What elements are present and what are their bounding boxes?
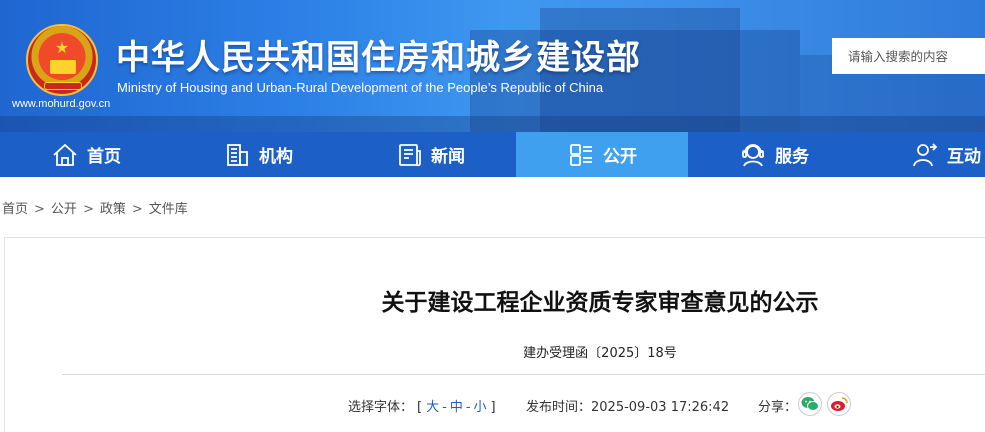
breadcrumb-disclosure[interactable]: 公开 (51, 202, 77, 217)
nav-item-home[interactable]: 首页 (0, 132, 172, 177)
font-size-dash: - (465, 400, 471, 415)
building-icon (227, 143, 248, 166)
nav-item-label: 新闻 (431, 147, 465, 167)
font-size-selector: 选择字体：[大 - 中 - 小] (348, 396, 500, 415)
breadcrumb: 首页 > 公开 > 政策 > 文件库 (2, 198, 188, 217)
nav-item-news[interactable]: 新闻 (344, 132, 516, 177)
nav-item-organization[interactable]: 机构 (172, 132, 344, 177)
breadcrumb-home[interactable]: 首页 (2, 202, 28, 217)
interaction-icon (913, 142, 938, 166)
news-icon (399, 143, 421, 166)
bracket-close: ] (490, 400, 496, 415)
wechat-share-icon[interactable] (798, 392, 822, 416)
publish-time: 2025-09-03 17:26:42 (591, 400, 730, 415)
breadcrumb-separator: > (82, 202, 94, 217)
font-size-label: 选择字体： (348, 400, 414, 415)
breadcrumb-separator: > (131, 202, 143, 217)
home-icon (53, 143, 77, 166)
wechat-icon (801, 397, 819, 411)
nav-item-label: 公开 (603, 147, 637, 167)
main-nav: 首页 机构 新闻 公开 服务 互动 (0, 132, 985, 177)
share-label: 分享： (758, 400, 798, 415)
nav-item-disclosure[interactable]: 公开 (516, 132, 688, 177)
article-title: 关于建设工程企业资质专家审查意见的公示 (381, 290, 819, 316)
site-header: ★ www.mohurd.gov.cn 中华人民共和国住房和城乡建设部 Mini… (0, 0, 985, 132)
font-size-small[interactable]: 小 (474, 400, 487, 415)
disclosure-icon (570, 143, 592, 166)
breadcrumb-file-library[interactable]: 文件库 (149, 202, 188, 217)
publish-info: 发布时间：2025-09-03 17:26:42 (526, 396, 729, 415)
nav-item-label: 服务 (775, 147, 809, 167)
font-size-dash: - (442, 400, 447, 415)
site-title[interactable]: 中华人民共和国住房和城乡建设部 (116, 30, 641, 79)
national-emblem-icon: ★ (26, 24, 98, 96)
bracket-open: [ (417, 400, 423, 415)
weibo-share-icon[interactable] (827, 392, 851, 416)
nav-item-interaction[interactable]: 互动 (860, 132, 985, 177)
site-url: www.mohurd.gov.cn (12, 98, 111, 110)
nav-item-label: 首页 (87, 147, 121, 167)
nav-item-service[interactable]: 服务 (688, 132, 860, 177)
service-icon (742, 143, 764, 166)
nav-item-label: 机构 (259, 147, 293, 167)
nav-item-label: 互动 (947, 147, 981, 167)
document-number: 建办受理函〔2025〕18号 (523, 346, 677, 361)
search-input[interactable] (832, 38, 985, 74)
divider (62, 374, 985, 375)
breadcrumb-policy[interactable]: 政策 (100, 202, 126, 217)
font-size-large[interactable]: 大 (426, 400, 439, 415)
site-subtitle-en: Ministry of Housing and Urban-Rural Deve… (117, 80, 604, 95)
font-size-medium[interactable]: 中 (450, 400, 463, 415)
header-ground (0, 116, 985, 132)
weibo-icon (831, 397, 848, 411)
publish-label: 发布时间： (526, 400, 592, 415)
breadcrumb-separator: > (34, 202, 45, 217)
